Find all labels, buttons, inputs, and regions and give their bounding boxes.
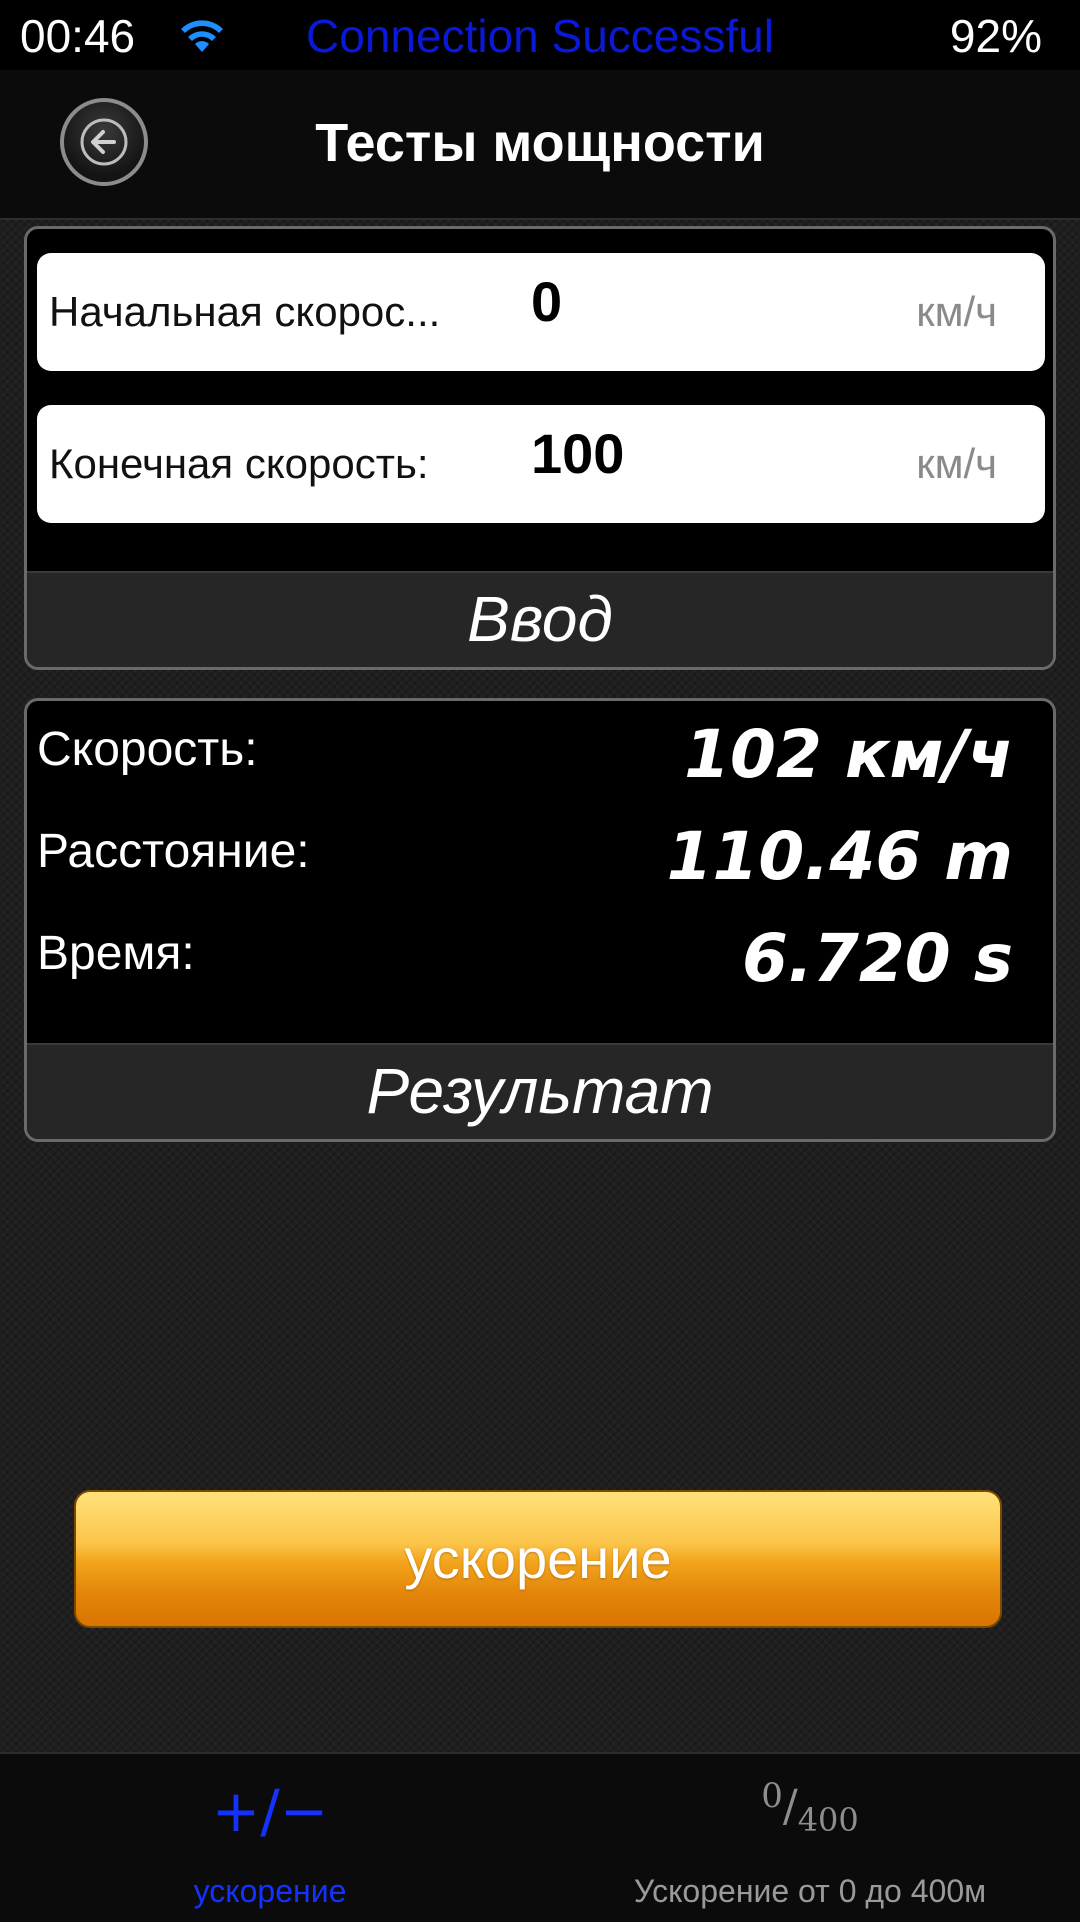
tab-acceleration[interactable]: +/− ускорение <box>0 1754 540 1922</box>
result-time-value: 6.720 s <box>741 920 1013 997</box>
zero-to-400-icon: 0/400 <box>540 1776 1080 1846</box>
tab-acceleration-label: ускорение <box>193 1873 347 1909</box>
result-speed-label: Скорость: <box>37 723 258 776</box>
result-panel: Скорость: 102 км/ч Расстояние: 110.46 m … <box>24 698 1056 1142</box>
tab-bar: +/− ускорение 0/400 Ускорение от 0 до 40… <box>0 1752 1080 1922</box>
end-speed-value[interactable]: 100 <box>531 395 624 513</box>
tab-zero-to-400-label: Ускорение от 0 до 400м <box>633 1873 987 1909</box>
zero-to-400-icon-slash: / <box>782 1781 798 1832</box>
end-speed-label: Конечная скорость: <box>49 440 429 487</box>
input-panel-title: Ввод <box>27 571 1053 667</box>
result-row-speed: Скорость: 102 км/ч <box>27 701 1053 801</box>
plus-minus-icon: +/− <box>211 1777 329 1845</box>
zero-to-400-icon-top: 0 <box>761 1776 783 1816</box>
result-speed-value: 102 км/ч <box>684 716 1013 793</box>
result-panel-title: Результат <box>27 1043 1053 1139</box>
input-panel: Начальная скорос... 0 км/ч Конечная скор… <box>24 226 1056 670</box>
start-speed-label: Начальная скорос... <box>49 288 441 335</box>
tab-zero-to-400[interactable]: 0/400 Ускорение от 0 до 400м <box>540 1754 1080 1922</box>
result-distance-label: Расстояние: <box>37 825 310 878</box>
zero-to-400-icon-bottom: 400 <box>797 1801 859 1839</box>
connection-status: Connection Successful <box>306 10 774 62</box>
end-speed-unit: км/ч <box>916 440 997 487</box>
result-distance-value: 110.46 m <box>666 818 1013 895</box>
result-row-time: Время: 6.720 s <box>27 905 1053 1005</box>
battery-level: 92% <box>949 10 1042 62</box>
status-bar: 00:46 Connection Successful 92% <box>0 0 1080 70</box>
result-time-label: Время: <box>37 927 195 980</box>
result-row-distance: Расстояние: 110.46 m <box>27 803 1053 903</box>
start-speed-unit: км/ч <box>916 288 997 335</box>
start-speed-field[interactable]: Начальная скорос... 0 км/ч <box>37 253 1045 371</box>
nav-bar: Тесты мощности <box>0 70 1080 220</box>
acceleration-start-button[interactable]: ускорение <box>74 1490 1002 1628</box>
end-speed-field[interactable]: Конечная скорость: 100 км/ч <box>37 405 1045 523</box>
start-speed-value[interactable]: 0 <box>531 243 562 361</box>
page-title: Тесты мощности <box>315 113 765 173</box>
